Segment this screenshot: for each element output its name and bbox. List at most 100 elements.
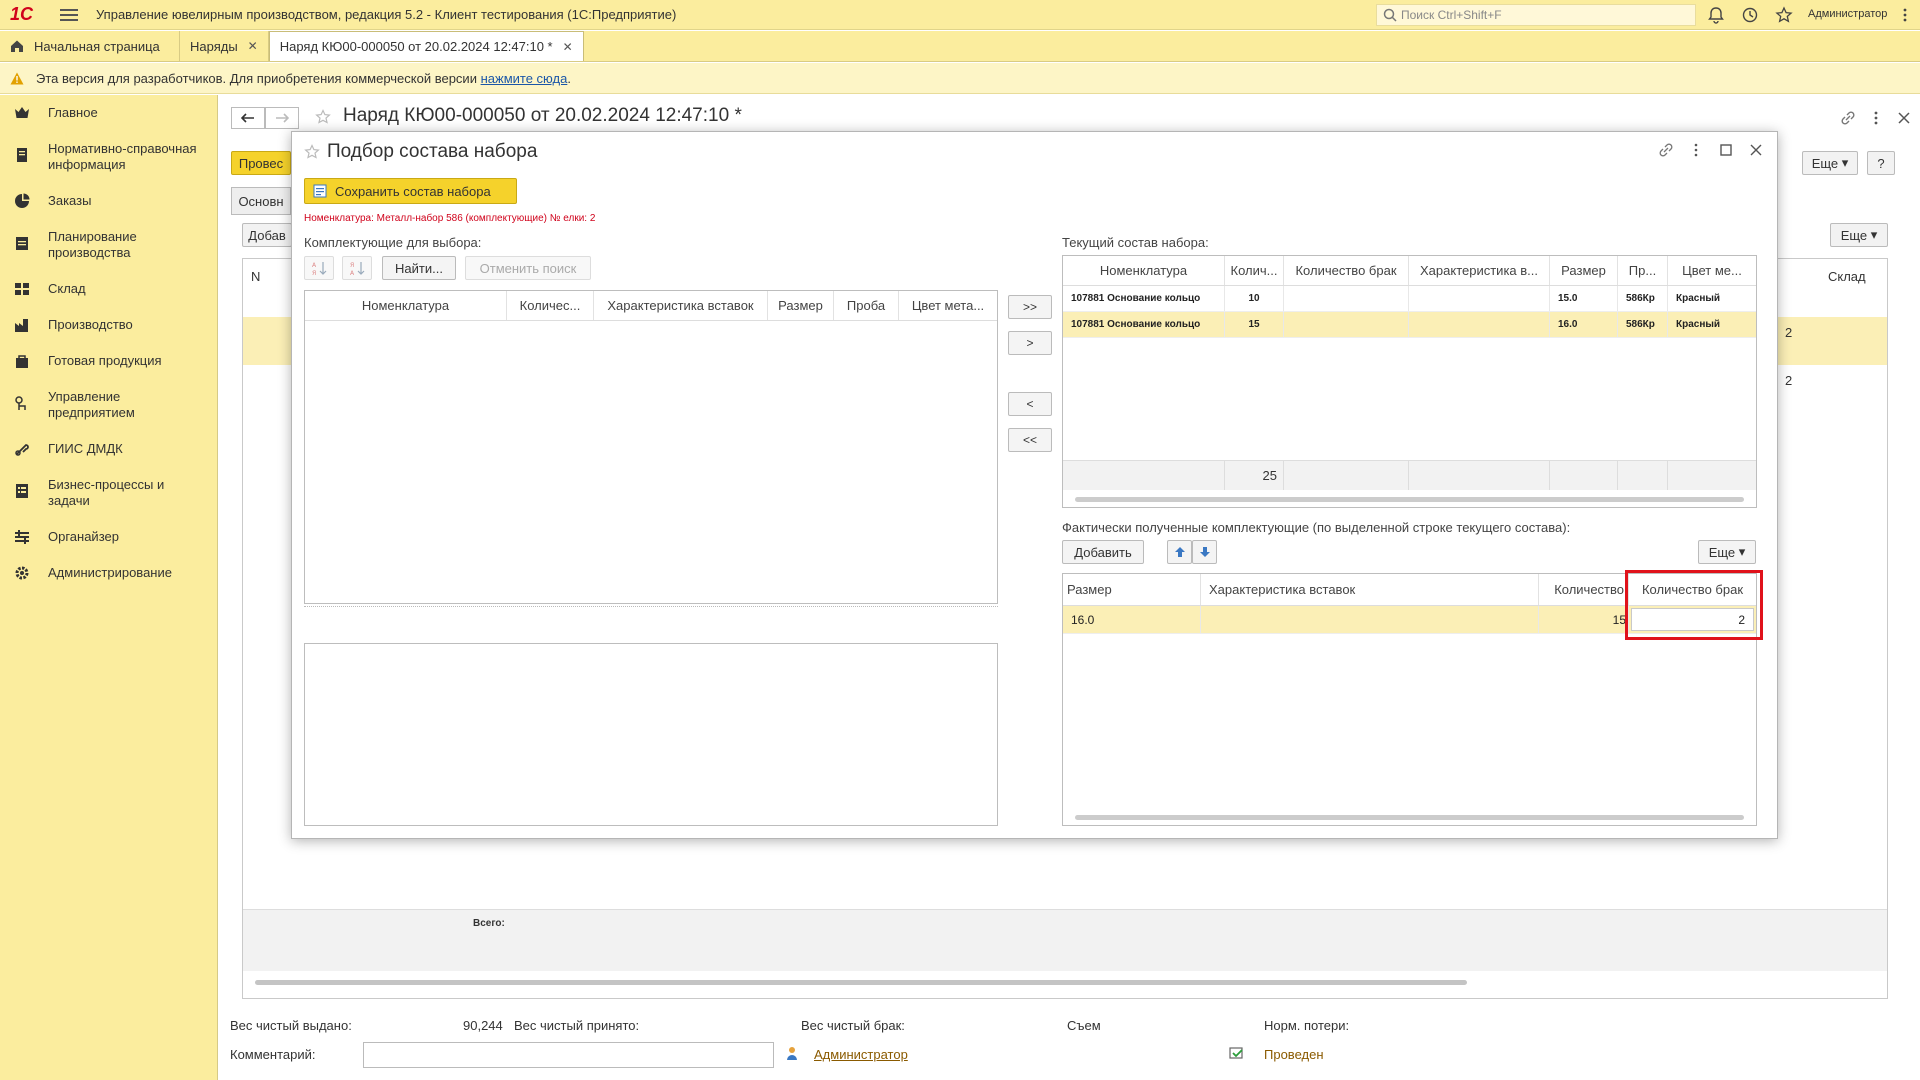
column-header[interactable]: Цвет мета... xyxy=(899,291,997,320)
sidebar-item-enterprise[interactable]: Управление предприятием xyxy=(0,389,210,421)
tab-naryady[interactable]: Наряды ✕ xyxy=(180,31,269,61)
column-header[interactable]: Характеристика в... xyxy=(1409,256,1550,285)
add-button[interactable]: Добавить xyxy=(1062,540,1144,564)
column-header[interactable]: Размер xyxy=(1063,574,1201,605)
search-placeholder: Поиск Ctrl+Shift+F xyxy=(1401,8,1502,22)
close-tab-icon[interactable]: ✕ xyxy=(563,40,573,54)
column-header[interactable]: Колич... xyxy=(1225,256,1284,285)
more-button[interactable]: Еще ▾ xyxy=(1698,540,1756,564)
column-header[interactable]: Пр... xyxy=(1618,256,1668,285)
sidebar-item-reference[interactable]: Нормативно-справочная информация xyxy=(0,141,210,173)
tab-home[interactable]: Начальная страница xyxy=(0,31,180,61)
help-button[interactable]: ? xyxy=(1867,151,1895,175)
author-link[interactable]: Администратор xyxy=(814,1047,908,1062)
column-header[interactable]: Номенклатура xyxy=(305,291,507,320)
move-up-button[interactable] xyxy=(1167,540,1192,564)
table-row[interactable]: 107881 Основание кольцо 10 15.0 586Кр Кр… xyxy=(1063,286,1756,312)
cell-size: 16.0 xyxy=(1550,312,1618,337)
components-detail-grid[interactable] xyxy=(304,643,998,826)
more-vertical-icon[interactable] xyxy=(1688,142,1704,158)
defect-quantity-input[interactable]: 2 xyxy=(1631,608,1754,631)
table-row-selected[interactable]: 107881 Основание кольцо 15 16.0 586Кр Кр… xyxy=(1063,312,1756,338)
maximize-icon[interactable] xyxy=(1718,142,1734,158)
actual-components-grid[interactable]: Размер Характеристика вставок Количество… xyxy=(1062,573,1757,826)
post-button[interactable]: Провес xyxy=(231,151,291,175)
column-header[interactable]: Размер xyxy=(768,291,834,320)
column-header[interactable]: Количество xyxy=(1539,574,1629,605)
sidebar-item-main[interactable]: Главное xyxy=(0,105,108,121)
cell-size: 15.0 xyxy=(1550,286,1618,311)
sidebar-item-business-processes[interactable]: Бизнес-процессы и задачи xyxy=(0,477,210,509)
favorites-star-icon[interactable] xyxy=(1775,6,1793,24)
column-header[interactable]: Размер xyxy=(1550,256,1618,285)
more-button[interactable]: Еще ▾ xyxy=(1802,151,1858,175)
table-row-selected[interactable]: 16.0 15 2 xyxy=(1063,606,1756,634)
cell-inserts xyxy=(1409,286,1550,311)
main-menu-icon[interactable] xyxy=(60,8,78,21)
column-header[interactable]: Характеристика вставок xyxy=(1201,574,1539,605)
find-button[interactable]: Найти... xyxy=(382,256,456,280)
sidebar-item-finished-goods[interactable]: Готовая продукция xyxy=(0,353,172,369)
column-header[interactable]: Количество брак xyxy=(1284,256,1409,285)
link-icon[interactable] xyxy=(1839,109,1857,127)
sort-ascending-icon: АЯ xyxy=(312,262,327,276)
move-all-left-button[interactable]: << xyxy=(1008,428,1052,452)
sort-asc-button[interactable]: АЯ xyxy=(304,256,334,280)
sidebar-item-organizer[interactable]: Органайзер xyxy=(0,529,129,545)
sidebar-item-planning[interactable]: Планирование производства xyxy=(0,229,210,261)
column-header[interactable]: Количество брак xyxy=(1629,574,1756,605)
favorite-star-icon[interactable] xyxy=(304,144,320,160)
sidebar-item-label: Производство xyxy=(48,317,133,332)
back-button[interactable] xyxy=(231,107,265,129)
close-icon[interactable] xyxy=(1895,109,1913,127)
horizontal-scrollbar[interactable] xyxy=(243,977,1887,987)
finished-goods-icon xyxy=(16,355,28,368)
save-list-icon xyxy=(313,184,327,198)
app-title: Управление ювелирным производством, реда… xyxy=(96,7,677,22)
tab-active-document[interactable]: Наряд КЮ00-000050 от 20.02.2024 12:47:10… xyxy=(268,31,584,61)
status-text: Проведен xyxy=(1264,1047,1324,1062)
cell-probe: 586Кр xyxy=(1618,312,1668,337)
close-icon[interactable] xyxy=(1748,142,1764,158)
move-all-right-button[interactable]: >> xyxy=(1008,295,1052,319)
current-user[interactable]: Администратор xyxy=(1808,8,1887,20)
history-icon[interactable] xyxy=(1741,6,1759,24)
tab-main[interactable]: Основн xyxy=(231,187,291,215)
favorite-star-icon[interactable] xyxy=(315,109,331,125)
column-header[interactable]: Номенклатура xyxy=(1063,256,1225,285)
comment-input[interactable] xyxy=(363,1042,774,1068)
buy-link[interactable]: нажмите сюда xyxy=(481,71,568,86)
column-header[interactable]: Цвет ме... xyxy=(1668,256,1756,285)
save-composition-button[interactable]: Сохранить состав набора xyxy=(304,178,517,204)
move-right-button[interactable]: > xyxy=(1008,331,1052,355)
sidebar-item-giis[interactable]: ГИИС ДМДК xyxy=(0,441,133,457)
components-label: Комплектующие для выбора: xyxy=(304,235,482,250)
cell-defect-quantity xyxy=(1284,286,1409,311)
sidebar-item-orders[interactable]: Заказы xyxy=(0,193,101,209)
forward-button[interactable] xyxy=(265,107,299,129)
more-vertical-icon[interactable] xyxy=(1867,109,1885,127)
horizontal-scrollbar[interactable] xyxy=(1063,494,1756,504)
sidebar-item-warehouse[interactable]: Склад xyxy=(0,281,96,297)
splitter[interactable] xyxy=(304,606,998,609)
table-totals-row: Всего: xyxy=(243,909,1887,971)
cancel-search-button[interactable]: Отменить поиск xyxy=(465,256,591,280)
column-header[interactable]: Характеристика вставок xyxy=(594,291,768,320)
more-vertical-icon[interactable] xyxy=(1896,6,1914,24)
bell-icon[interactable] xyxy=(1707,6,1725,24)
components-grid[interactable]: Номенклатура Количес... Характеристика в… xyxy=(304,290,998,604)
sort-desc-button[interactable]: ЯА xyxy=(342,256,372,280)
current-composition-grid[interactable]: Номенклатура Колич... Количество брак Ха… xyxy=(1062,255,1757,508)
close-tab-icon[interactable]: ✕ xyxy=(248,39,258,53)
sidebar-item-admin[interactable]: Администрирование xyxy=(0,565,182,581)
link-icon[interactable] xyxy=(1658,142,1674,158)
move-left-button[interactable]: < xyxy=(1008,392,1052,416)
sidebar-item-production[interactable]: Производство xyxy=(0,317,143,333)
column-header[interactable]: Количес... xyxy=(507,291,594,320)
horizontal-scrollbar[interactable] xyxy=(1063,812,1756,822)
table-more-button[interactable]: Еще ▾ xyxy=(1830,223,1888,247)
column-header[interactable]: Проба xyxy=(834,291,899,320)
add-row-button[interactable]: Добав xyxy=(242,223,292,247)
move-down-button[interactable] xyxy=(1192,540,1217,564)
global-search-input[interactable]: Поиск Ctrl+Shift+F xyxy=(1376,4,1696,26)
